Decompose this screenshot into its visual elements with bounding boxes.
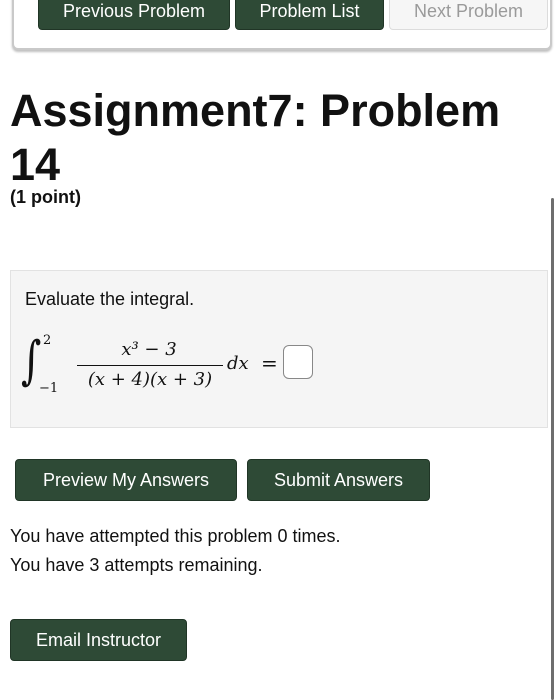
submit-answers-button[interactable]: Submit Answers [247,459,430,501]
email-instructor-button[interactable]: Email Instructor [10,619,187,661]
attempts-made-text: You have attempted this problem 0 times. [10,526,341,546]
answer-input[interactable] [283,345,313,379]
page-title: Assignment7: Problem 14 [10,85,501,190]
integral-expression: ∫ 2 −1 x³ − 3 (x + 4)(x + 3) dx = [21,331,341,411]
problem-list-button[interactable]: Problem List [235,0,384,30]
upper-limit: 2 [43,333,52,348]
next-problem-button[interactable]: Next Problem [389,0,548,30]
problem-navigation-bar: Previous Problem Problem List Next Probl… [12,0,552,50]
fraction-bar [77,365,223,366]
previous-problem-button[interactable]: Previous Problem [38,0,230,30]
differential: dx [227,353,249,374]
points-label: (1 point) [10,187,81,207]
preview-answers-button[interactable]: Preview My Answers [15,459,237,501]
attempts-remaining-text: You have 3 attempts remaining. [10,555,263,575]
fraction-denominator: (x + 4)(x + 3) [87,369,213,390]
problem-statement-box: Evaluate the integral. ∫ 2 −1 x³ − 3 (x … [10,270,548,428]
page: Previous Problem Problem List Next Probl… [0,0,560,700]
problem-prompt: Evaluate the integral. [25,289,195,309]
scrollbar-thumb[interactable] [551,198,554,700]
fraction-numerator: x³ − 3 [121,339,177,360]
equals-sign: = [261,351,278,375]
lower-limit: −1 [39,381,59,396]
